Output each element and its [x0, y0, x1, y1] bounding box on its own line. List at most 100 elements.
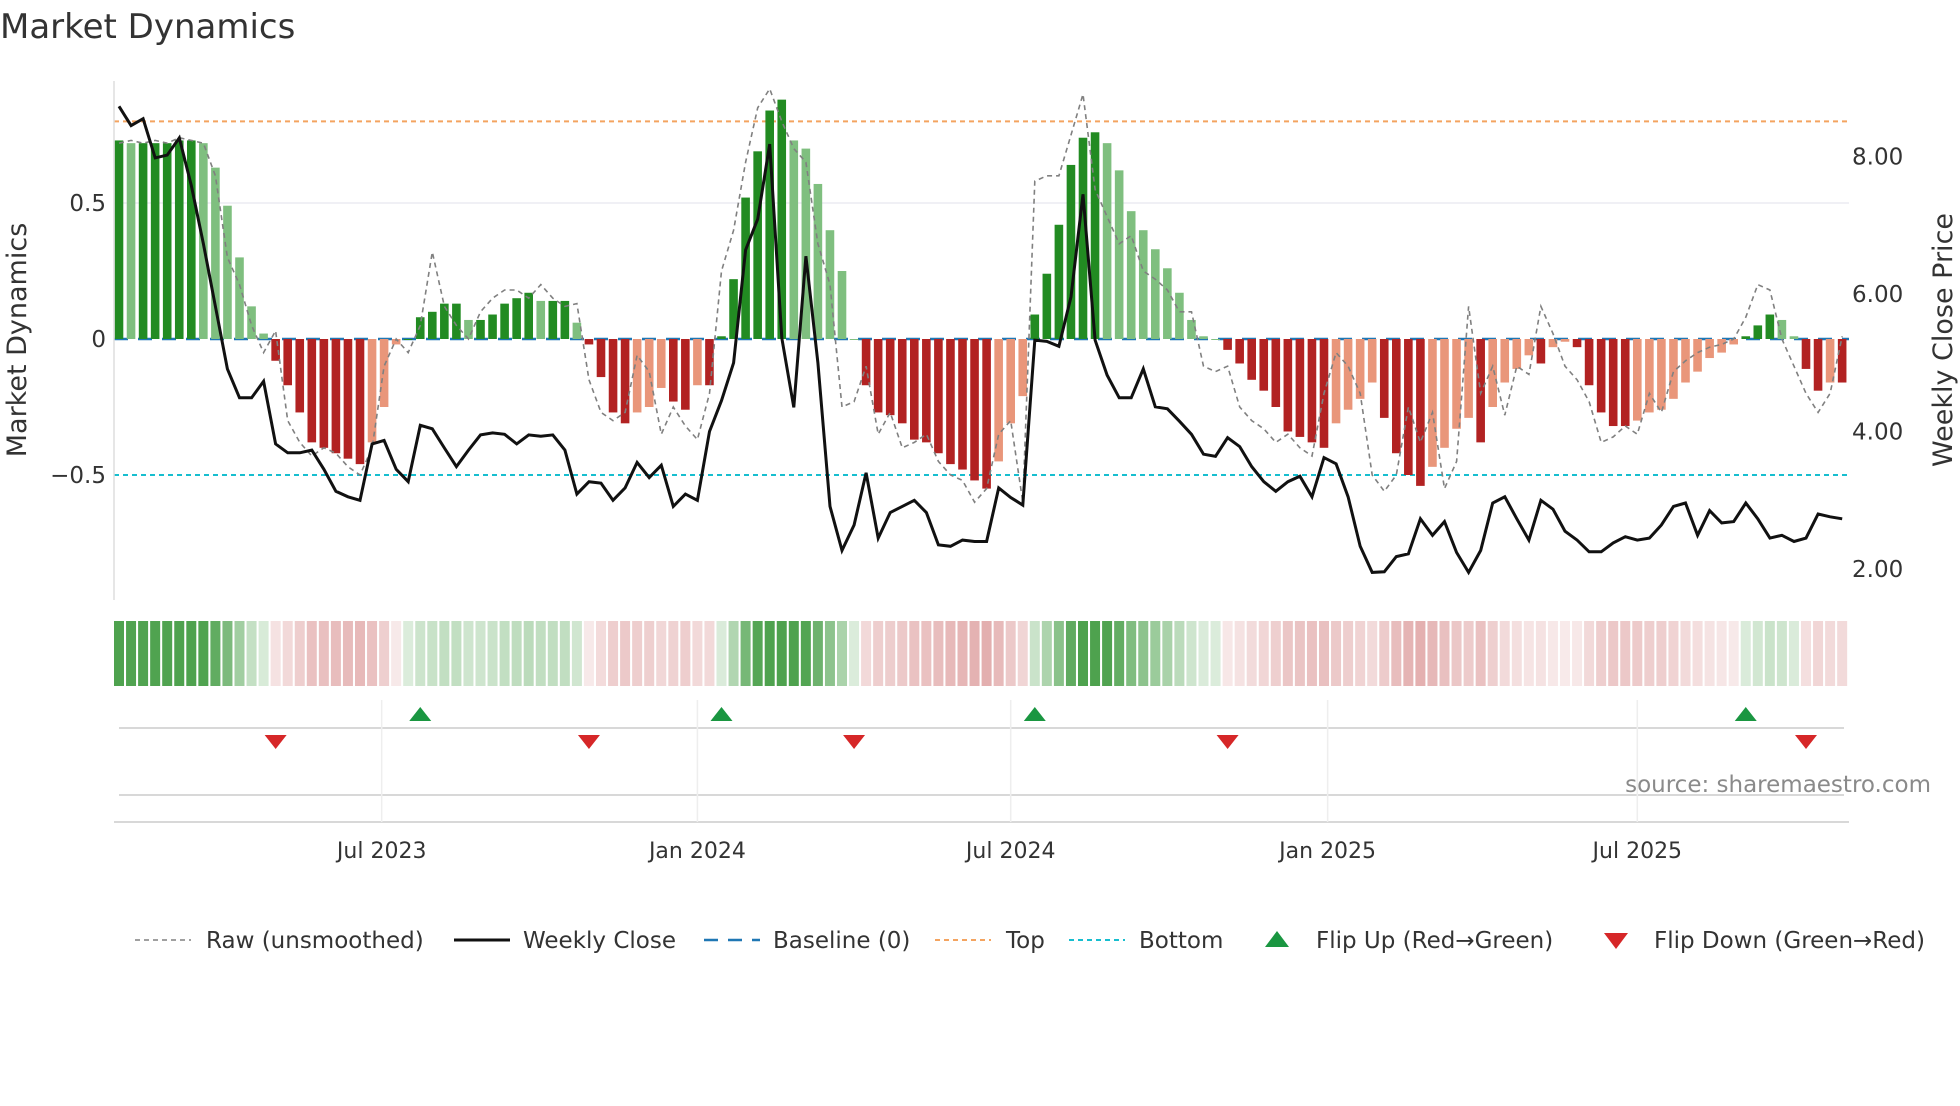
- heat-cell: [1704, 621, 1715, 686]
- bar: [1512, 339, 1522, 369]
- bar: [1608, 339, 1618, 427]
- bar: [1331, 339, 1341, 424]
- legend-flip-up-label: Flip Up (Red→Green): [1316, 928, 1553, 954]
- heat-cell: [1584, 621, 1595, 686]
- bar: [813, 183, 823, 339]
- heat-cell: [1439, 621, 1450, 686]
- heat-cell: [138, 621, 149, 686]
- bar: [1006, 339, 1015, 424]
- y-tick-label: 0.5: [69, 191, 106, 217]
- bar: [548, 300, 558, 339]
- bar: [452, 303, 461, 339]
- heat-cell: [439, 621, 450, 686]
- bar: [1271, 339, 1281, 407]
- heat-cell: [198, 621, 209, 686]
- legend-top-label: Top: [1005, 928, 1045, 954]
- heat-cell: [330, 621, 341, 686]
- heat-cell: [1680, 621, 1691, 686]
- bar: [1199, 336, 1208, 339]
- heat-cell: [969, 621, 980, 686]
- bar: [1693, 339, 1702, 372]
- heat-cell: [740, 621, 751, 686]
- bar: [1042, 273, 1052, 339]
- heat-cell: [1355, 621, 1366, 686]
- bar: [1741, 336, 1751, 339]
- heat-cell: [1608, 621, 1619, 686]
- heat-cell: [306, 621, 317, 686]
- y2-tick-label: 4.00: [1852, 420, 1903, 446]
- heat-cell: [1596, 621, 1607, 686]
- heat-cell: [1150, 621, 1161, 686]
- heat-cell: [1005, 621, 1016, 686]
- heat-cell: [355, 621, 365, 686]
- bar: [174, 140, 184, 339]
- heat-cell: [1776, 621, 1787, 686]
- heat-cell: [885, 621, 896, 686]
- bar: [934, 339, 943, 454]
- heat-cell: [1427, 621, 1438, 686]
- bar: [1500, 339, 1510, 383]
- bar: [415, 317, 425, 339]
- heat-cell: [1415, 621, 1426, 686]
- heat-cell: [174, 621, 185, 686]
- heat-cell: [873, 621, 884, 686]
- y-tick-label: 0: [91, 327, 106, 353]
- flip-markers: [114, 700, 1849, 823]
- heat-cell: [692, 621, 703, 686]
- bar: [512, 298, 521, 339]
- heat-cell: [752, 621, 763, 686]
- heat-cell: [1463, 621, 1474, 686]
- heat-cell: [1632, 621, 1643, 686]
- bar: [1440, 339, 1449, 448]
- bar: [307, 339, 317, 443]
- heat-cell: [620, 621, 631, 686]
- bar: [1476, 339, 1485, 443]
- bar: [150, 143, 160, 339]
- bar: [259, 333, 268, 339]
- heat-cell: [1234, 621, 1245, 686]
- heat-cell: [608, 621, 619, 686]
- bar: [1138, 230, 1148, 339]
- bar: [223, 205, 232, 339]
- bar: [1404, 339, 1413, 475]
- heat-cell: [776, 621, 787, 686]
- heat-cell: [114, 621, 124, 686]
- bar: [476, 319, 485, 339]
- heat-cell: [1716, 621, 1727, 686]
- bar: [632, 339, 642, 413]
- bar: [1355, 339, 1365, 399]
- x-tick-label: Jan 2024: [647, 839, 746, 864]
- bar: [138, 143, 148, 339]
- bar: [1657, 339, 1666, 410]
- heat-cell: [222, 621, 233, 686]
- bar: [1187, 319, 1196, 339]
- heat-cell: [186, 621, 197, 686]
- heat-cell: [728, 621, 739, 686]
- heat-cell: [897, 621, 908, 686]
- heat-cell: [571, 621, 582, 686]
- legend-baseline-label: Baseline (0): [773, 928, 910, 954]
- heat-cell: [342, 621, 353, 686]
- heat-cell: [1511, 621, 1522, 686]
- heat-cell: [1535, 621, 1546, 686]
- heat-cell: [1282, 621, 1293, 686]
- bar: [849, 339, 859, 340]
- heat-cell: [1138, 621, 1149, 686]
- heat-cell: [1294, 621, 1305, 686]
- series-lines: [117, 87, 1843, 576]
- heat-cell: [1246, 621, 1257, 686]
- heat-cell: [764, 621, 775, 686]
- bar: [162, 143, 172, 339]
- heat-cell: [511, 621, 522, 686]
- bar: [1307, 339, 1317, 443]
- bar: [669, 339, 678, 402]
- market-dynamics-chart: Market Dynamics 0.5 0 −0.5 8.00 6.00 4.00 2.00…: [0, 7, 1959, 954]
- heat-cell: [1801, 621, 1811, 686]
- bar: [536, 300, 546, 339]
- y2-axis-label: Weekly Close Price: [1928, 213, 1959, 467]
- bar: [753, 151, 762, 339]
- legend: Raw (unsmoothed) Weekly Close Baseline (0)…: [135, 928, 1925, 954]
- heat-cell: [475, 621, 486, 686]
- bar: [1379, 339, 1389, 418]
- heat-cell: [523, 621, 534, 686]
